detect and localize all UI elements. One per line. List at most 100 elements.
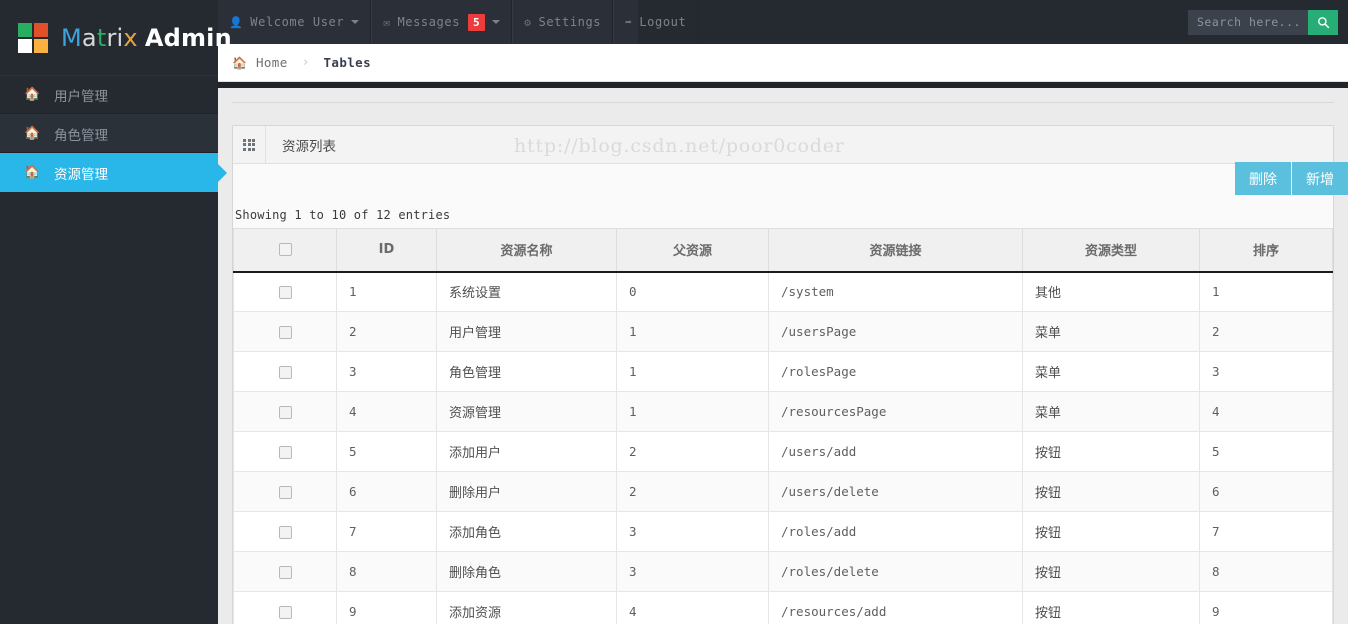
row-checkbox[interactable] (279, 486, 292, 499)
table-row[interactable]: 7添加角色3/roles/add按钮7 (234, 512, 1333, 552)
sidebar-item-role-management[interactable]: 🏠 角色管理 (0, 114, 218, 153)
row-checkbox[interactable] (279, 326, 292, 339)
cell-resource-link: /users/add (769, 432, 1023, 472)
nav-messages[interactable]: ✉ Messages 5 (371, 0, 512, 44)
nav-logout[interactable]: ➦ Logout (613, 0, 698, 44)
cell-id: 5 (337, 432, 437, 472)
breadcrumb-current: Tables (323, 55, 371, 70)
home-icon: 🏠 (24, 165, 40, 180)
cell-resource-link: /resourcesPage (769, 392, 1023, 432)
cell-sort-order: 9 (1200, 592, 1333, 624)
row-checkbox-cell (234, 312, 337, 352)
table-row[interactable]: 8删除角色3/roles/delete按钮8 (234, 552, 1333, 592)
sidebar: MatrixAdmin 🏠 用户管理 🏠 角色管理 🏠 资源管理 (0, 0, 218, 624)
gear-icon: ⚙ (524, 16, 531, 29)
home-icon: 🏠 (232, 56, 247, 70)
header-sort-order[interactable]: 排序 (1200, 229, 1333, 272)
nav-welcome-user-label: Welcome User (250, 15, 344, 29)
top-bar-right (638, 0, 1348, 44)
table-row[interactable]: 9添加资源4/resources/add按钮9 (234, 592, 1333, 624)
cell-parent-resource: 3 (617, 512, 769, 552)
header-resource-name[interactable]: 资源名称 (437, 229, 617, 272)
row-checkbox[interactable] (279, 526, 292, 539)
resource-table: ID 资源名称 父资源 资源链接 资源类型 排序 1系统设置0/system其他… (233, 228, 1333, 624)
table-row[interactable]: 6删除用户2/users/delete按钮6 (234, 472, 1333, 512)
cell-resource-name: 资源管理 (437, 392, 617, 432)
row-checkbox-cell (234, 392, 337, 432)
row-checkbox[interactable] (279, 606, 292, 619)
cell-id: 6 (337, 472, 437, 512)
delete-button[interactable]: 删除 (1235, 162, 1292, 195)
cell-resource-name: 系统设置 (437, 272, 617, 312)
cell-resource-link: /roles/delete (769, 552, 1023, 592)
sidebar-item-label: 用户管理 (54, 85, 108, 105)
cell-resource-link: /roles/add (769, 512, 1023, 552)
cell-sort-order: 1 (1200, 272, 1333, 312)
panel-header: 资源列表 (233, 126, 1333, 164)
cell-parent-resource: 1 (617, 392, 769, 432)
panel-title: 资源列表 (266, 135, 336, 155)
cell-sort-order: 4 (1200, 392, 1333, 432)
add-button[interactable]: 新增 (1292, 162, 1348, 195)
cell-sort-order: 8 (1200, 552, 1333, 592)
sidebar-item-resource-management[interactable]: 🏠 资源管理 (0, 153, 218, 192)
cell-parent-resource: 0 (617, 272, 769, 312)
brand-letter-4: ri (106, 24, 123, 52)
cell-resource-name: 删除用户 (437, 472, 617, 512)
nav-welcome-user[interactable]: 👤 Welcome User (218, 0, 371, 44)
cell-parent-resource: 2 (617, 432, 769, 472)
action-bar: 删除 新增 (233, 164, 1333, 208)
row-checkbox[interactable] (279, 366, 292, 379)
nav-settings[interactable]: ⚙ Settings (512, 0, 613, 44)
breadcrumb-home-link[interactable]: Home (256, 55, 288, 70)
top-navigation: 👤 Welcome User ✉ Messages 5 ⚙ Settings ➦… (218, 0, 638, 44)
breadcrumb: 🏠 Home › Tables (218, 44, 1348, 82)
row-checkbox[interactable] (279, 566, 292, 579)
cell-parent-resource: 2 (617, 472, 769, 512)
row-checkbox[interactable] (279, 286, 292, 299)
chevron-down-icon (351, 20, 359, 24)
home-icon: 🏠 (24, 126, 40, 141)
cell-resource-name: 删除角色 (437, 552, 617, 592)
row-checkbox-cell (234, 352, 337, 392)
sidebar-item-user-management[interactable]: 🏠 用户管理 (0, 75, 218, 114)
entries-info: Showing 1 to 10 of 12 entries (233, 208, 1333, 228)
table-row[interactable]: 4资源管理1/resourcesPage菜单4 (234, 392, 1333, 432)
table-row[interactable]: 1系统设置0/system其他1 (234, 272, 1333, 312)
cell-sort-order: 7 (1200, 512, 1333, 552)
search-button[interactable] (1308, 10, 1338, 35)
header-parent-resource[interactable]: 父资源 (617, 229, 769, 272)
resource-list-panel: 资源列表 删除 新增 Showing 1 to 10 of 12 entries (232, 125, 1334, 624)
home-icon: 🏠 (24, 87, 40, 102)
row-checkbox-cell (234, 592, 337, 624)
cell-resource-type: 按钮 (1023, 432, 1200, 472)
envelope-icon: ✉ (383, 16, 390, 29)
table-header-row: ID 资源名称 父资源 资源链接 资源类型 排序 (234, 229, 1333, 272)
table-row[interactable]: 2用户管理1/usersPage菜单2 (234, 312, 1333, 352)
header-resource-type[interactable]: 资源类型 (1023, 229, 1200, 272)
content-divider (232, 102, 1334, 103)
table-row[interactable]: 5添加用户2/users/add按钮5 (234, 432, 1333, 472)
search-input[interactable] (1188, 10, 1308, 35)
cell-id: 2 (337, 312, 437, 352)
header-resource-link[interactable]: 资源链接 (769, 229, 1023, 272)
cell-resource-type: 按钮 (1023, 592, 1200, 624)
header-id[interactable]: ID (337, 229, 437, 272)
brand-admin-text: Admin (145, 24, 232, 52)
search-icon (1317, 16, 1330, 29)
cell-parent-resource: 3 (617, 552, 769, 592)
cell-sort-order: 2 (1200, 312, 1333, 352)
row-checkbox[interactable] (279, 446, 292, 459)
row-checkbox-cell (234, 272, 337, 312)
cell-parent-resource: 1 (617, 312, 769, 352)
cell-id: 9 (337, 592, 437, 624)
row-checkbox[interactable] (279, 406, 292, 419)
table-row[interactable]: 3角色管理1/rolesPage菜单3 (234, 352, 1333, 392)
cell-resource-link: /system (769, 272, 1023, 312)
search-box (1188, 10, 1338, 35)
brand-logo[interactable]: MatrixAdmin (0, 0, 218, 75)
select-all-checkbox[interactable] (279, 243, 292, 256)
header-divider-strip (218, 82, 1348, 88)
admin-page: MatrixAdmin 🏠 用户管理 🏠 角色管理 🏠 资源管理 (0, 0, 1348, 624)
cell-resource-link: /resources/add (769, 592, 1023, 624)
